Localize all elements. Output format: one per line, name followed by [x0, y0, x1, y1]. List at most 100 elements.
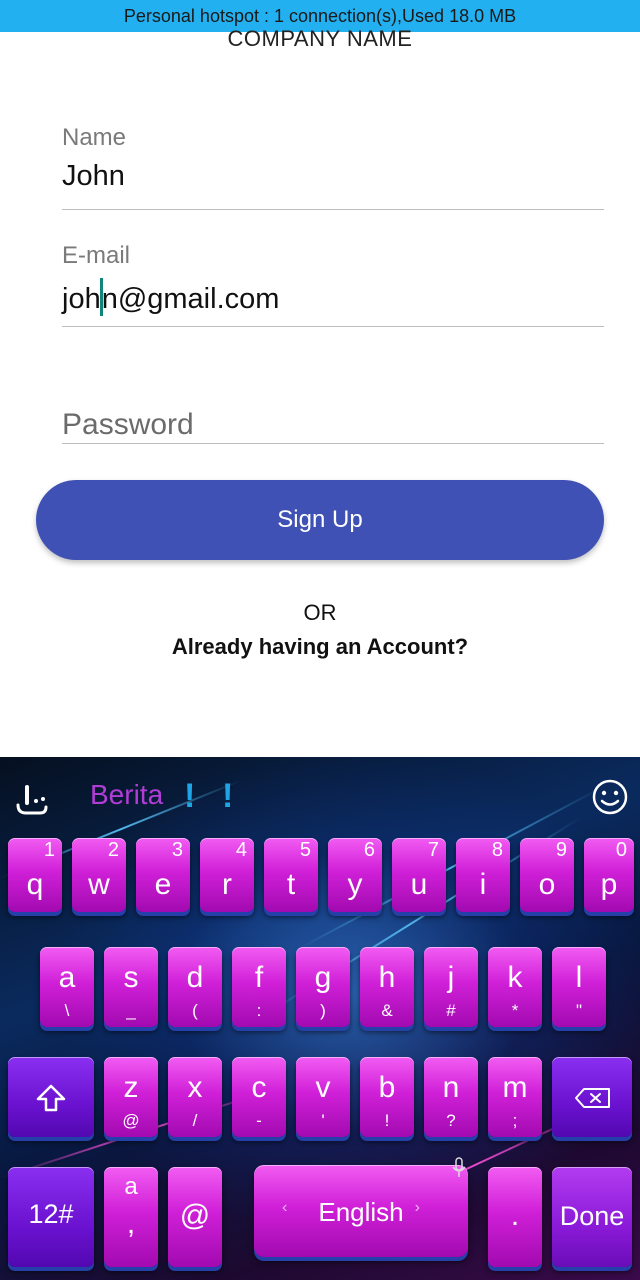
- key-e[interactable]: 3e: [136, 838, 190, 912]
- key-number-hint: 2: [107, 839, 119, 861]
- key-letter: g: [314, 961, 332, 994]
- email-field[interactable]: E-mail john@gmail.com: [62, 238, 604, 327]
- shift-key[interactable]: [8, 1057, 94, 1137]
- login-link[interactable]: Already having an Account?: [0, 634, 640, 660]
- key-y[interactable]: 6y: [328, 838, 382, 912]
- key-t[interactable]: 5t: [264, 838, 318, 912]
- key-k[interactable]: k *: [488, 947, 542, 1027]
- key-letter: a: [58, 961, 76, 994]
- key-symbol-hint: !: [384, 1111, 390, 1130]
- key-p[interactable]: 0p: [584, 838, 634, 912]
- key-symbol-hint: ": [575, 1001, 583, 1020]
- backspace-key[interactable]: [552, 1057, 632, 1137]
- key-j[interactable]: j #: [424, 947, 478, 1027]
- key-i[interactable]: 8i: [456, 838, 510, 912]
- key-letter: .: [510, 1199, 520, 1232]
- key-symbol-hint: ?: [446, 1111, 456, 1130]
- done-key[interactable]: Done: [552, 1167, 632, 1267]
- key-u[interactable]: 7u: [392, 838, 446, 912]
- company-name: COMPANY NAME: [227, 28, 413, 50]
- email-value-start: joh: [62, 283, 101, 315]
- key-l[interactable]: l ": [552, 947, 606, 1027]
- key-x[interactable]: x /: [168, 1057, 222, 1137]
- key-symbol-hint: ): [320, 1001, 326, 1020]
- key-symbol-hint: &: [381, 1001, 393, 1020]
- password-field[interactable]: Password: [62, 400, 604, 444]
- key-letter: k: [507, 961, 523, 994]
- key-m[interactable]: m;: [488, 1057, 542, 1137]
- key-o[interactable]: 9o: [520, 838, 574, 912]
- key-letter: m: [502, 1071, 528, 1104]
- space-key[interactable]: ‹ English ›: [254, 1157, 468, 1257]
- signup-button-label: Sign Up: [277, 506, 363, 533]
- key-letter: c: [251, 1071, 267, 1104]
- key-letter: ,: [126, 1207, 136, 1240]
- symbols-key[interactable]: 12#: [8, 1167, 94, 1267]
- at-key[interactable]: @: [168, 1167, 222, 1267]
- key-letter: s: [123, 961, 139, 994]
- key-letter: n: [442, 1071, 460, 1104]
- key-symbol-hint: a: [124, 1173, 138, 1200]
- key-letter: u: [410, 868, 428, 901]
- comma-key[interactable]: a,: [104, 1167, 158, 1267]
- name-value[interactable]: John: [62, 160, 125, 193]
- done-key-label: Done: [559, 1201, 625, 1231]
- key-letter: q: [26, 868, 44, 901]
- key-symbol-hint: -: [256, 1111, 262, 1130]
- key-a[interactable]: a \: [40, 947, 94, 1027]
- shift-arrow-icon: [36, 1084, 66, 1112]
- space-key-label: English: [318, 1197, 404, 1227]
- key-number-hint: 6: [363, 839, 375, 861]
- period-key[interactable]: .: [488, 1167, 542, 1267]
- key-letter: r: [222, 868, 232, 901]
- key-letter: i: [479, 868, 487, 901]
- key-z[interactable]: z @: [104, 1057, 158, 1137]
- key-letter: b: [378, 1071, 396, 1104]
- key-f[interactable]: f:: [232, 947, 286, 1027]
- key-b[interactable]: b!: [360, 1057, 414, 1137]
- key-s[interactable]: s _: [104, 947, 158, 1027]
- key-symbol-hint: ;: [512, 1111, 518, 1130]
- suggestion-exclamation[interactable]: !: [222, 777, 233, 816]
- key-number-hint: 4: [235, 839, 247, 861]
- suggestion-exclamation[interactable]: !: [184, 777, 195, 816]
- signup-button[interactable]: Sign Up: [36, 480, 604, 560]
- status-bar-text: Personal hotspot : 1 connection(s),Used …: [123, 5, 517, 26]
- key-letter: d: [186, 961, 204, 994]
- email-value[interactable]: john@gmail.com: [62, 278, 279, 316]
- key-symbol-hint: @: [122, 1111, 140, 1130]
- microphone-icon: [452, 1157, 466, 1177]
- key-q[interactable]: 1q: [8, 838, 62, 912]
- key-d[interactable]: d(: [168, 947, 222, 1027]
- key-letter: e: [154, 868, 172, 901]
- key-symbol-hint: :: [256, 1001, 262, 1020]
- key-letter: v: [315, 1071, 331, 1104]
- key-symbol-hint: \: [64, 1001, 70, 1020]
- name-field[interactable]: Name John: [62, 120, 604, 210]
- key-symbol-hint: _: [126, 1001, 136, 1020]
- key-n[interactable]: n?: [424, 1057, 478, 1137]
- key-number-hint: 0: [615, 839, 627, 861]
- or-divider-text: OR: [303, 600, 337, 625]
- key-symbol-hint: *: [511, 1001, 519, 1020]
- smiley-icon[interactable]: [590, 777, 630, 817]
- key-w[interactable]: 2w: [72, 838, 126, 912]
- key-r[interactable]: 4r: [200, 838, 254, 912]
- key-v[interactable]: v ': [296, 1057, 350, 1137]
- key-c[interactable]: c-: [232, 1057, 286, 1137]
- key-h[interactable]: h &: [360, 947, 414, 1027]
- key-g[interactable]: g): [296, 947, 350, 1027]
- keyboard-logo-icon[interactable]: [12, 777, 52, 817]
- key-number-hint: 7: [427, 839, 439, 861]
- keyboard-toolbar: Berita ! !: [0, 757, 640, 835]
- key-letter: o: [538, 868, 556, 901]
- soft-keyboard: Berita ! ! 1q 2w 3e 4r 5t 6y 7u 8i 9o 0p…: [0, 757, 640, 1280]
- symbols-key-label: 12#: [28, 1199, 74, 1229]
- name-label: Name: [62, 124, 127, 151]
- suggestion-word[interactable]: Berita: [90, 779, 163, 811]
- key-letter: h: [378, 961, 396, 994]
- key-number-hint: 5: [299, 839, 311, 861]
- key-symbol-hint: /: [192, 1111, 198, 1130]
- key-letter: t: [286, 868, 296, 901]
- chevron-right-icon: ›: [414, 1199, 420, 1216]
